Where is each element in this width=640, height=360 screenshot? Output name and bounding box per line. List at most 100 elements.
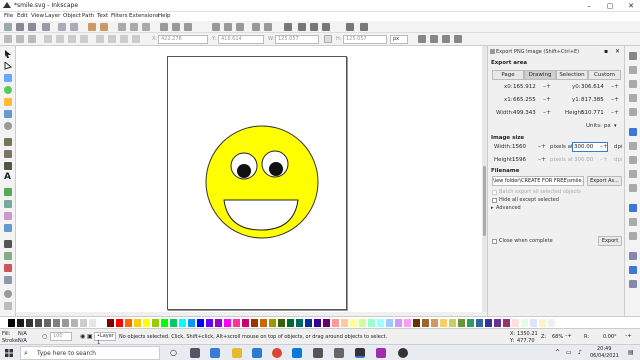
- snap-bbox-icon[interactable]: [629, 66, 637, 74]
- color-swatch[interactable]: [341, 319, 348, 327]
- app-icon-2[interactable]: [376, 348, 386, 358]
- area-width-stepper[interactable]: –+: [543, 109, 551, 116]
- select-all-icon[interactable]: [4, 35, 12, 43]
- preferences-icon[interactable]: [346, 23, 354, 31]
- color-swatch[interactable]: [260, 319, 267, 327]
- menu-path[interactable]: Path: [82, 13, 94, 19]
- rotation-stepper[interactable]: –+: [625, 333, 632, 339]
- snap-rotation-center-icon[interactable]: [629, 266, 637, 274]
- zoom-drawing-icon[interactable]: [172, 23, 180, 31]
- image-height-stepper[interactable]: –+: [538, 156, 546, 163]
- batch-export-checkbox[interactable]: [492, 190, 497, 195]
- color-swatch[interactable]: [314, 319, 321, 327]
- paste-icon[interactable]: [142, 23, 150, 31]
- color-swatch[interactable]: [305, 319, 312, 327]
- area-tab-custom[interactable]: Custom: [588, 70, 621, 80]
- y1-input[interactable]: 817.385: [581, 96, 604, 105]
- image-width-stepper[interactable]: –+: [538, 143, 546, 150]
- snap-toggle-icon[interactable]: [629, 52, 637, 60]
- color-swatch[interactable]: [269, 319, 276, 327]
- area-tab-drawing[interactable]: Drawing: [524, 70, 556, 80]
- unlink-clone-icon[interactable]: [236, 23, 244, 31]
- snap-guide-icon[interactable]: [629, 232, 637, 240]
- menu-filters[interactable]: Filters: [111, 13, 128, 19]
- move-gradients-icon[interactable]: [442, 35, 450, 43]
- network-icon[interactable]: ▭: [566, 349, 572, 356]
- color-swatch[interactable]: [206, 319, 213, 327]
- close-when-complete-checkbox[interactable]: [492, 239, 497, 244]
- x1-input[interactable]: 665.255: [513, 96, 536, 105]
- group-icon[interactable]: [252, 23, 260, 31]
- text-tool-icon[interactable]: A: [4, 172, 11, 182]
- mesh-tool-icon[interactable]: [4, 224, 12, 232]
- y1-stepper[interactable]: –+: [611, 96, 619, 103]
- color-swatch[interactable]: [71, 319, 78, 327]
- chrome-icon[interactable]: [272, 348, 282, 358]
- redo-icon[interactable]: [100, 23, 108, 31]
- minimize-button[interactable]: –: [582, 1, 596, 11]
- color-swatch[interactable]: [152, 319, 159, 327]
- snap-page-icon[interactable]: [629, 204, 637, 212]
- snap-grid-icon[interactable]: [629, 218, 637, 226]
- raise-to-top-icon[interactable]: [96, 35, 104, 43]
- app-icon-1[interactable]: [334, 348, 344, 358]
- node-tool-icon[interactable]: [4, 60, 13, 70]
- snap-paths-icon[interactable]: [629, 142, 637, 150]
- layer-visibility-icon[interactable]: ◉: [80, 333, 85, 340]
- color-swatch[interactable]: [242, 319, 249, 327]
- height-input[interactable]: 125.057: [343, 35, 387, 44]
- scale-stroke-icon[interactable]: [418, 35, 426, 43]
- align-distribute-icon[interactable]: [322, 23, 330, 31]
- windows-start-icon[interactable]: [5, 349, 13, 357]
- color-swatch[interactable]: [467, 319, 474, 327]
- menu-text[interactable]: Text: [97, 13, 108, 19]
- text-font-icon[interactable]: [298, 23, 306, 31]
- color-swatch[interactable]: [251, 319, 258, 327]
- color-swatch[interactable]: [350, 319, 357, 327]
- snap-nodes-icon[interactable]: [629, 128, 637, 136]
- color-swatch[interactable]: [116, 319, 123, 327]
- selector-tool-icon[interactable]: [4, 50, 12, 58]
- layer-select[interactable]: •Layer 1: [94, 332, 116, 346]
- zoom-stepper[interactable]: –+: [565, 333, 572, 339]
- color-swatch[interactable]: [377, 319, 384, 327]
- calligraphy-tool-icon[interactable]: [4, 162, 12, 170]
- lower-to-bottom-icon[interactable]: [132, 35, 140, 43]
- clock-time[interactable]: 20:49: [597, 346, 611, 352]
- color-swatch[interactable]: [62, 319, 69, 327]
- ungroup-icon[interactable]: [264, 23, 272, 31]
- smiley-drawing[interactable]: [200, 120, 324, 244]
- color-swatch[interactable]: [98, 319, 105, 327]
- color-swatch[interactable]: [521, 319, 528, 327]
- color-swatch[interactable]: [422, 319, 429, 327]
- tray-expand-icon[interactable]: ^: [555, 349, 560, 356]
- pencil-tool-icon[interactable]: [4, 138, 12, 146]
- color-swatch[interactable]: [26, 319, 33, 327]
- color-swatch[interactable]: [44, 319, 51, 327]
- edge-browser-icon[interactable]: [210, 348, 220, 358]
- x-coordinate-input[interactable]: 422.278: [158, 35, 208, 44]
- eraser-tool-icon[interactable]: [4, 264, 12, 272]
- zoom-value[interactable]: 68%: [552, 334, 563, 340]
- color-swatch[interactable]: [188, 319, 195, 327]
- units-chevron-down-icon[interactable]: ▾: [614, 123, 617, 129]
- panel-close-icon[interactable]: ✕: [615, 48, 620, 55]
- rotation-value[interactable]: 0.00°: [603, 334, 617, 340]
- panel-menu-icon[interactable]: ▪: [604, 48, 608, 55]
- color-swatch[interactable]: [368, 319, 375, 327]
- fill-stroke-icon[interactable]: [284, 23, 292, 31]
- spiral-tool-icon[interactable]: [4, 122, 12, 130]
- color-swatch[interactable]: [323, 319, 330, 327]
- layer-lock-icon[interactable]: ▣: [87, 333, 93, 340]
- select-all-layers-icon[interactable]: [16, 35, 24, 43]
- open-file-icon[interactable]: [16, 23, 24, 31]
- color-swatch[interactable]: [35, 319, 42, 327]
- scrollbar-thumb[interactable]: [483, 166, 486, 236]
- snap-center-icon[interactable]: [629, 252, 637, 260]
- color-swatch[interactable]: [143, 319, 150, 327]
- snap-smooth-icon[interactable]: [629, 184, 637, 192]
- flip-horizontal-icon[interactable]: [68, 35, 76, 43]
- close-button[interactable]: ✕: [624, 1, 638, 11]
- color-swatch[interactable]: [224, 319, 231, 327]
- image-width-input[interactable]: 1560: [512, 143, 526, 152]
